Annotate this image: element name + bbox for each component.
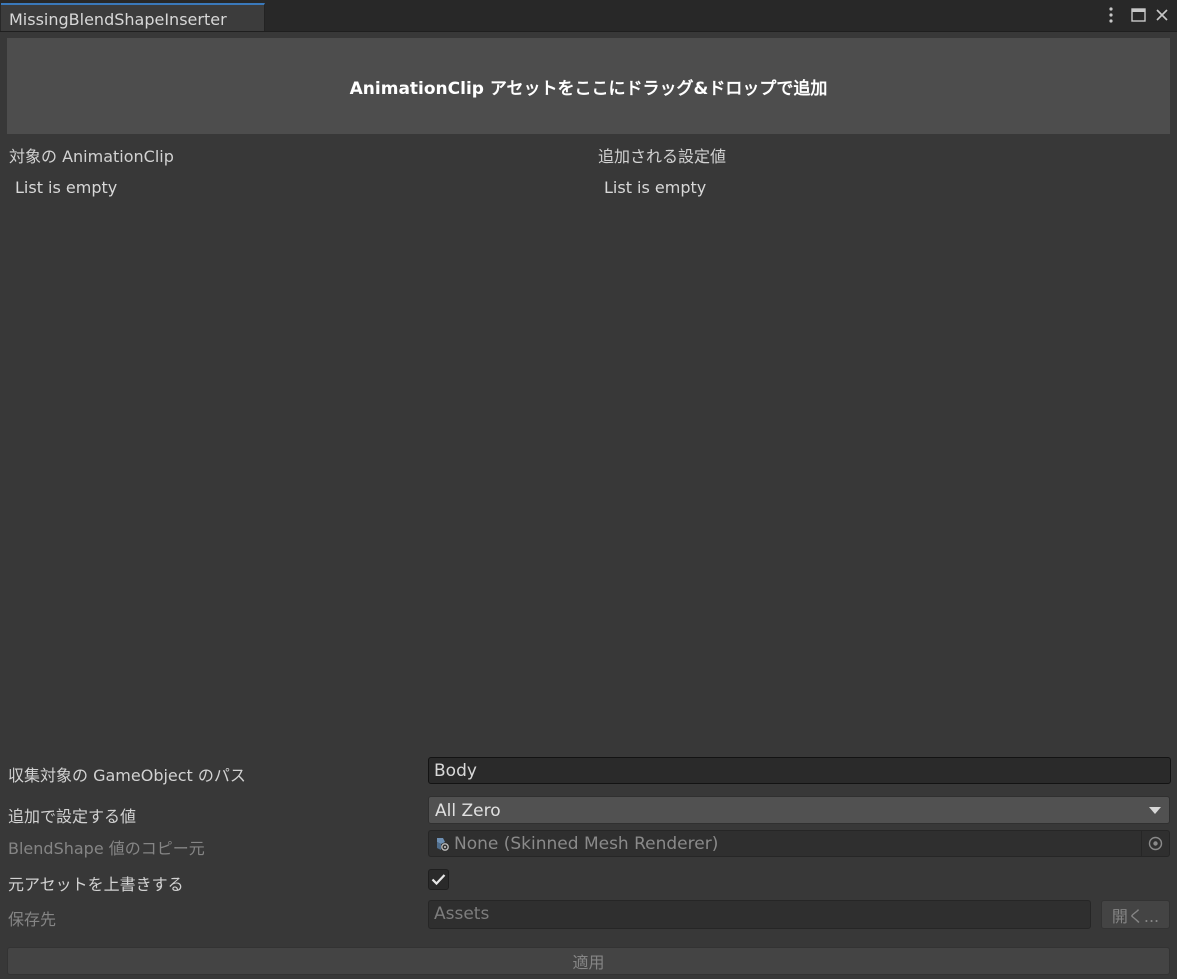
window-tab[interactable]: MissingBlendShapeInserter [1,3,265,31]
added-values-header: 追加される設定値 [598,147,727,166]
object-picker-icon[interactable] [1141,831,1169,856]
skinned-mesh-renderer-icon [434,836,450,852]
added-value-mode-dropdown[interactable]: All Zero [428,796,1170,824]
window-tab-label: MissingBlendShapeInserter [9,10,227,29]
save-destination-input[interactable]: Assets [428,900,1091,929]
drop-area-label: AnimationClip アセットをここにドラッグ&ドロップで追加 [349,78,828,99]
copy-source-object-field[interactable]: None (Skinned Mesh Renderer) [428,830,1170,857]
target-clips-empty-text: List is empty [15,178,118,197]
gameobject-path-label: 収集対象の GameObject のパス [8,766,246,785]
gameobject-path-input[interactable]: Body [428,757,1171,784]
chevron-down-icon [1149,807,1161,814]
target-clips-header: 対象の AnimationClip [9,147,174,166]
open-folder-button[interactable]: 開く... [1101,900,1170,929]
kebab-menu-icon[interactable] [1101,5,1121,25]
copy-source-label: BlendShape 値のコピー元 [8,839,205,858]
animation-clip-drop-area[interactable]: AnimationClip アセットをここにドラッグ&ドロップで追加 [7,38,1170,134]
tab-bar: MissingBlendShapeInserter [0,0,1177,32]
added-values-empty-text: List is empty [604,178,707,197]
copy-source-value: None (Skinned Mesh Renderer) [454,834,719,854]
maximize-icon[interactable] [1128,5,1148,25]
apply-button[interactable]: 適用 [7,947,1170,975]
added-value-mode-selected: All Zero [435,801,501,821]
close-icon[interactable] [1152,5,1172,25]
save-destination-label: 保存先 [8,910,57,929]
checkmark-icon [431,874,446,886]
added-value-mode-label: 追加で設定する値 [8,807,137,826]
overwrite-asset-label: 元アセットを上書きする [8,875,184,894]
editor-window: MissingBlendShapeInserter AnimationClip … [0,0,1177,979]
overwrite-asset-checkbox[interactable] [428,869,449,890]
